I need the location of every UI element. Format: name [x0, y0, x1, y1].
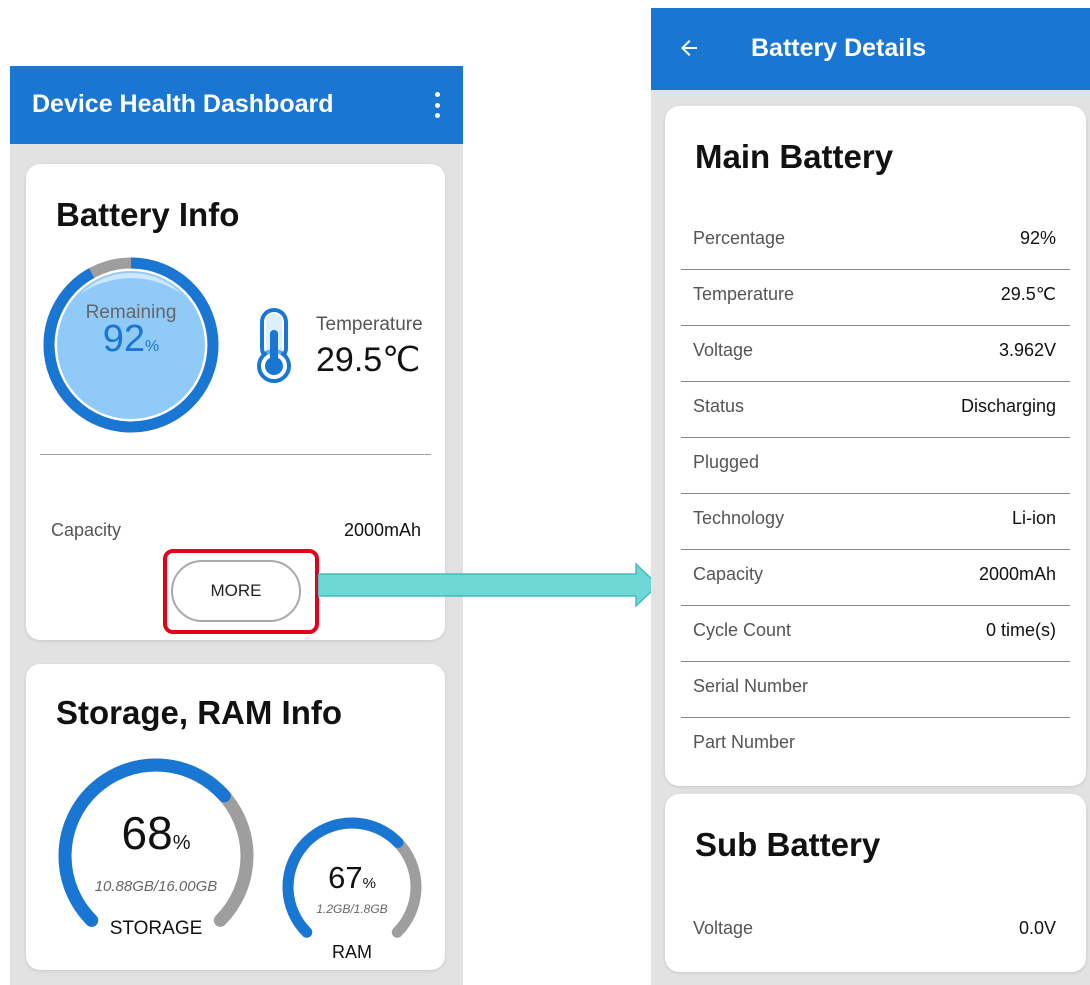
detail-label: Technology [693, 508, 785, 528]
storage-percent: 68% [121, 807, 191, 859]
detail-value: 3.962V [998, 340, 1056, 360]
capacity-value: 2000mAh [343, 520, 421, 540]
card-title: Main Battery [695, 138, 894, 175]
ram-used: 1.2GB/1.8GB [316, 902, 388, 916]
detail-row: Percentage 92% [681, 214, 1070, 270]
detail-label: Capacity [693, 564, 764, 584]
detail-label: Voltage [693, 918, 754, 938]
detail-label: Plugged [693, 452, 760, 472]
ram-percent: 67% [328, 860, 376, 895]
thermometer-icon [257, 308, 291, 383]
detail-row: Part Number [681, 718, 1070, 774]
detail-label: Temperature [693, 284, 795, 304]
detail-value: 0.0V [1018, 918, 1056, 938]
divider [40, 454, 431, 455]
detail-value: 2000mAh [978, 564, 1056, 584]
storage-label: STORAGE [109, 918, 203, 939]
detail-label: Cycle Count [693, 620, 792, 640]
app-bar: Device Health Dashboard [10, 66, 463, 144]
arrow-back-icon[interactable] [677, 36, 701, 60]
card-title: Storage, RAM Info [56, 694, 342, 731]
sub-battery-card: Sub Battery Voltage 0.0V [665, 794, 1086, 972]
ram-label: RAM [332, 942, 372, 962]
remaining-value: 92% [102, 318, 160, 360]
arrow-right-icon [318, 562, 660, 608]
detail-row: Cycle Count 0 time(s) [681, 606, 1070, 662]
detail-value: 0 time(s) [985, 620, 1056, 640]
card-title: Battery Info [56, 196, 240, 233]
temperature-label: Temperature [316, 314, 423, 335]
detail-label: Voltage [693, 340, 754, 360]
app-title: Device Health Dashboard [32, 90, 334, 118]
detail-row: Technology Li-ion [681, 494, 1070, 550]
detail-value: Li-ion [1011, 508, 1056, 528]
detail-value: 92% [1019, 228, 1056, 248]
battery-details-screen: Battery Details Main Battery Percentage 9… [651, 8, 1090, 985]
detail-row: Plugged [681, 438, 1070, 494]
temperature-value: 29.5℃ [316, 341, 421, 379]
detail-label: Part Number [693, 732, 796, 752]
detail-row: Voltage 0.0V [681, 904, 1070, 960]
storage-used: 10.88GB/16.00GB [94, 878, 218, 895]
detail-row: Serial Number [681, 662, 1070, 718]
storage-ram-card: Storage, RAM Info 68% 10.88GB/16.00GB ST… [26, 664, 445, 970]
card-title: Sub Battery [695, 826, 881, 863]
detail-label: Percentage [693, 228, 786, 248]
detail-row: Voltage 3.962V [681, 326, 1070, 382]
more-vert-icon[interactable] [433, 92, 441, 118]
capacity-label: Capacity [51, 520, 122, 540]
detail-row: Status Discharging [681, 382, 1070, 438]
detail-label: Serial Number [693, 676, 809, 696]
app-title: Battery Details [751, 34, 927, 62]
dashboard-screen: Device Health Dashboard Battery Info Rem… [10, 66, 463, 985]
detail-row: Capacity 2000mAh [681, 550, 1070, 606]
detail-label: Status [693, 396, 745, 416]
more-button[interactable]: MORE [171, 560, 301, 622]
app-bar: Battery Details [651, 8, 1090, 90]
detail-row: Temperature 29.5℃ [681, 270, 1070, 326]
detail-value: 29.5℃ [1000, 284, 1056, 304]
main-battery-card: Main Battery Percentage 92% Temperature 29.… [665, 106, 1086, 786]
detail-value: Discharging [960, 396, 1056, 416]
